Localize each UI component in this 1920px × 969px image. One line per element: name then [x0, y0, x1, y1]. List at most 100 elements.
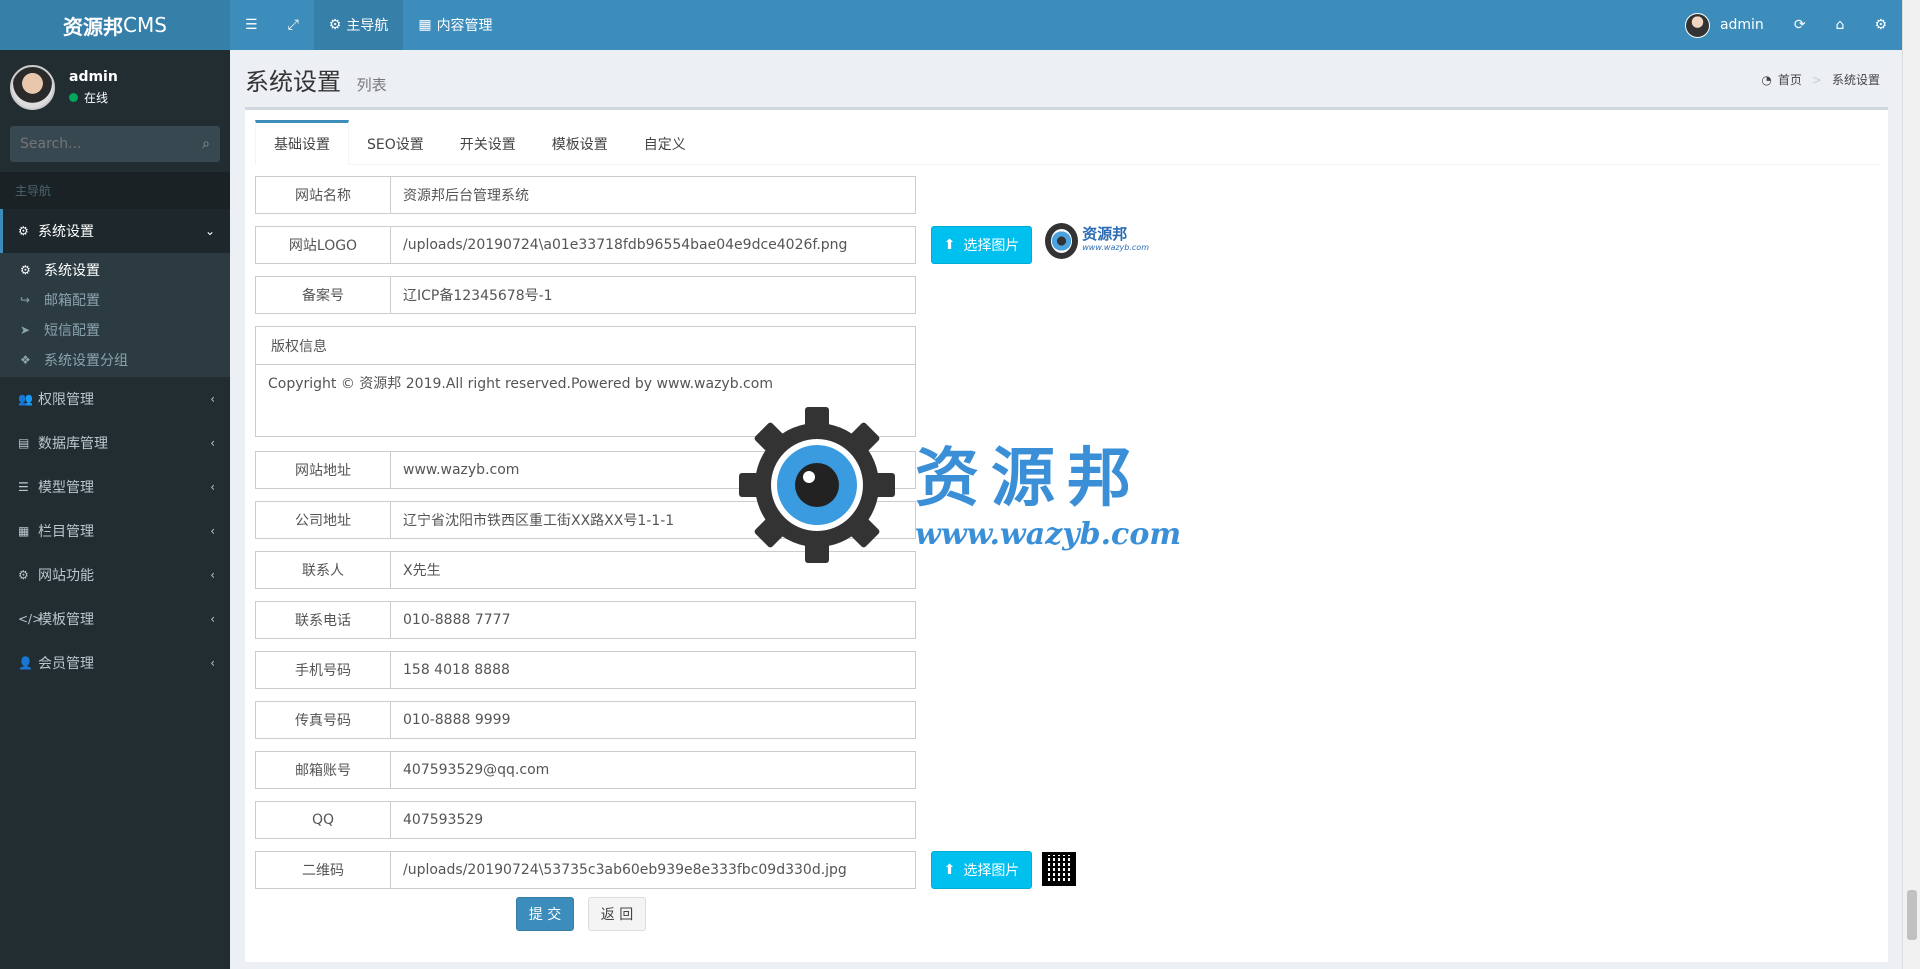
copyright-label: 版权信息: [256, 327, 915, 365]
sidebar-item-columns[interactable]: ▦ 栏目管理 ‹: [0, 509, 230, 553]
sidebar-toggle-button[interactable]: ☰: [230, 0, 273, 50]
submenu-item-settings-group[interactable]: ❖ 系统设置分组: [0, 345, 230, 375]
mobile-input[interactable]: [391, 651, 916, 689]
user-icon: 👤: [18, 656, 33, 670]
home-button[interactable]: ⌂: [1821, 0, 1860, 50]
submenu-item-label: 短信配置: [44, 323, 100, 339]
form-row-fax: 传真号码: [255, 701, 916, 739]
site-url-input[interactable]: [391, 451, 916, 489]
sidebar-item-label: 网站功能: [38, 568, 94, 584]
tab-templates[interactable]: 模板设置: [534, 120, 626, 165]
refresh-button[interactable]: ⟳: [1779, 0, 1821, 50]
form-row-email: 邮箱账号: [255, 751, 916, 789]
cubes-icon: ❖: [20, 353, 31, 367]
nav-content-tab[interactable]: ▦ 内容管理: [403, 0, 507, 50]
address-label: 公司地址: [255, 501, 391, 539]
search-input[interactable]: [20, 136, 203, 152]
sidebar-item-database[interactable]: ▤ 数据库管理 ‹: [0, 421, 230, 465]
fullscreen-button[interactable]: ⤢: [273, 0, 314, 50]
sidebar-item-members[interactable]: 👤 会员管理 ‹: [0, 641, 230, 685]
tab-seo[interactable]: SEO设置: [349, 120, 442, 165]
search-icon[interactable]: ⌕: [202, 136, 210, 152]
sidebar: admin 在线 ⌕ 主导航 ⚙ 系统设置 ⌄ ⚙ 系统设置 ↪ 邮箱配置 ➤ …: [0, 50, 230, 969]
form-row-address: 公司地址: [255, 501, 916, 539]
share-icon: ↪: [20, 293, 31, 307]
qq-input[interactable]: [391, 801, 916, 839]
sidebar-item-models[interactable]: ☰ 模型管理 ‹: [0, 465, 230, 509]
breadcrumb-home[interactable]: 首页: [1778, 71, 1802, 88]
logo-bold-text: 资源邦: [63, 14, 124, 39]
home-icon: ⌂: [1835, 17, 1845, 33]
fax-input[interactable]: [391, 701, 916, 739]
sidebar-item-templates[interactable]: </> 模板管理 ‹: [0, 597, 230, 641]
contact-input[interactable]: [391, 551, 916, 589]
form-row-qq: QQ: [255, 801, 916, 839]
copyright-block: 版权信息 Copyright © 资源邦 2019.All right rese…: [255, 326, 916, 437]
submenu-item-label: 邮箱配置: [44, 293, 100, 309]
form-row-contact: 联系人: [255, 551, 916, 589]
back-button[interactable]: 返 回: [588, 897, 646, 931]
tab-custom[interactable]: 自定义: [626, 120, 704, 165]
sidebar-item-site-functions[interactable]: ⚙ 网站功能 ‹: [0, 553, 230, 597]
app-logo[interactable]: 资源邦 CMS: [0, 0, 230, 50]
gear-icon: ⚙: [20, 263, 31, 277]
page-scrollbar[interactable]: [1902, 0, 1920, 969]
send-icon: ➤: [20, 323, 31, 337]
form-row-mobile: 手机号码: [255, 651, 916, 689]
contact-label: 联系人: [255, 551, 391, 589]
site-logo-input[interactable]: [391, 226, 916, 264]
sidebar-item-label: 栏目管理: [38, 524, 94, 540]
chevron-down-icon: ⌄: [204, 224, 215, 238]
copyright-textarea[interactable]: Copyright © 资源邦 2019.All right reserved.…: [256, 365, 915, 436]
qq-label: QQ: [255, 801, 391, 839]
qrcode-preview-image: [1042, 852, 1076, 886]
tab-basic[interactable]: 基础设置: [255, 120, 349, 165]
expand-icon: ⤢: [287, 17, 299, 33]
sidebar-item-label: 会员管理: [38, 656, 94, 672]
settings-tabs: 基础设置 SEO设置 开关设置 模板设置 自定义: [255, 120, 1880, 165]
icp-input[interactable]: [391, 276, 916, 314]
submenu-item-email-config[interactable]: ↪ 邮箱配置: [0, 285, 230, 315]
email-input[interactable]: [391, 751, 916, 789]
code-icon: </>: [18, 612, 43, 626]
chevron-left-icon: ‹: [210, 568, 215, 582]
submenu-item-sms-config[interactable]: ➤ 短信配置: [0, 315, 230, 345]
phone-input[interactable]: [391, 601, 916, 639]
form-row-icp: 备案号: [255, 276, 916, 314]
user-status: 在线: [69, 89, 118, 106]
breadcrumb-separator: >: [1811, 72, 1822, 87]
settings-button[interactable]: ⚙: [1859, 0, 1902, 50]
nav-main-tab[interactable]: ⚙ 主导航: [313, 0, 404, 50]
refresh-icon: ⟳: [1793, 17, 1806, 33]
logo-rest-text: CMS: [123, 13, 167, 37]
sidebar-item-permissions[interactable]: 👥 权限管理 ‹: [0, 377, 230, 421]
submit-button[interactable]: 提 交: [516, 897, 574, 931]
mobile-label: 手机号码: [255, 651, 391, 689]
sidebar-item-system-settings[interactable]: ⚙ 系统设置 ⌄: [0, 209, 230, 253]
content-header: 系统设置 列表 ◔ 首页 > 系统设置: [230, 50, 1902, 108]
settings-box: 基础设置 SEO设置 开关设置 模板设置 自定义 网站名称 网站LOGO ⬆ 选…: [245, 107, 1888, 962]
submenu-item-system-settings[interactable]: ⚙ 系统设置: [0, 255, 230, 285]
user-status-text: 在线: [84, 90, 109, 105]
icp-label: 备案号: [255, 276, 391, 314]
sidebar-submenu: ⚙ 系统设置 ↪ 邮箱配置 ➤ 短信配置 ❖ 系统设置分组: [0, 253, 230, 377]
chevron-left-icon: ‹: [210, 480, 215, 494]
user-panel: admin 在线: [0, 50, 230, 124]
tab-switches[interactable]: 开关设置: [442, 120, 534, 165]
qrcode-upload-button[interactable]: ⬆ 选择图片: [931, 851, 1032, 889]
site-name-input[interactable]: [391, 176, 916, 214]
address-input[interactable]: [391, 501, 916, 539]
upload-icon: ⬆: [943, 237, 956, 253]
logo-upload-button[interactable]: ⬆ 选择图片: [931, 226, 1032, 264]
form-row-phone: 联系电话: [255, 601, 916, 639]
breadcrumb-current: 系统设置: [1831, 73, 1880, 87]
qrcode-input[interactable]: [391, 851, 916, 889]
form-row-site-url: 网站地址: [255, 451, 916, 489]
form-row-site-logo: 网站LOGO: [255, 226, 916, 264]
sidebar-item-label: 模型管理: [38, 480, 94, 496]
list-icon: ☰: [18, 480, 29, 494]
scrollbar-thumb[interactable]: [1907, 890, 1917, 940]
logo-preview-image: 资源邦 www.wazyb.com: [1045, 222, 1149, 260]
user-menu[interactable]: admin: [1670, 0, 1779, 50]
sidebar-item-label: 系统设置: [38, 224, 94, 240]
